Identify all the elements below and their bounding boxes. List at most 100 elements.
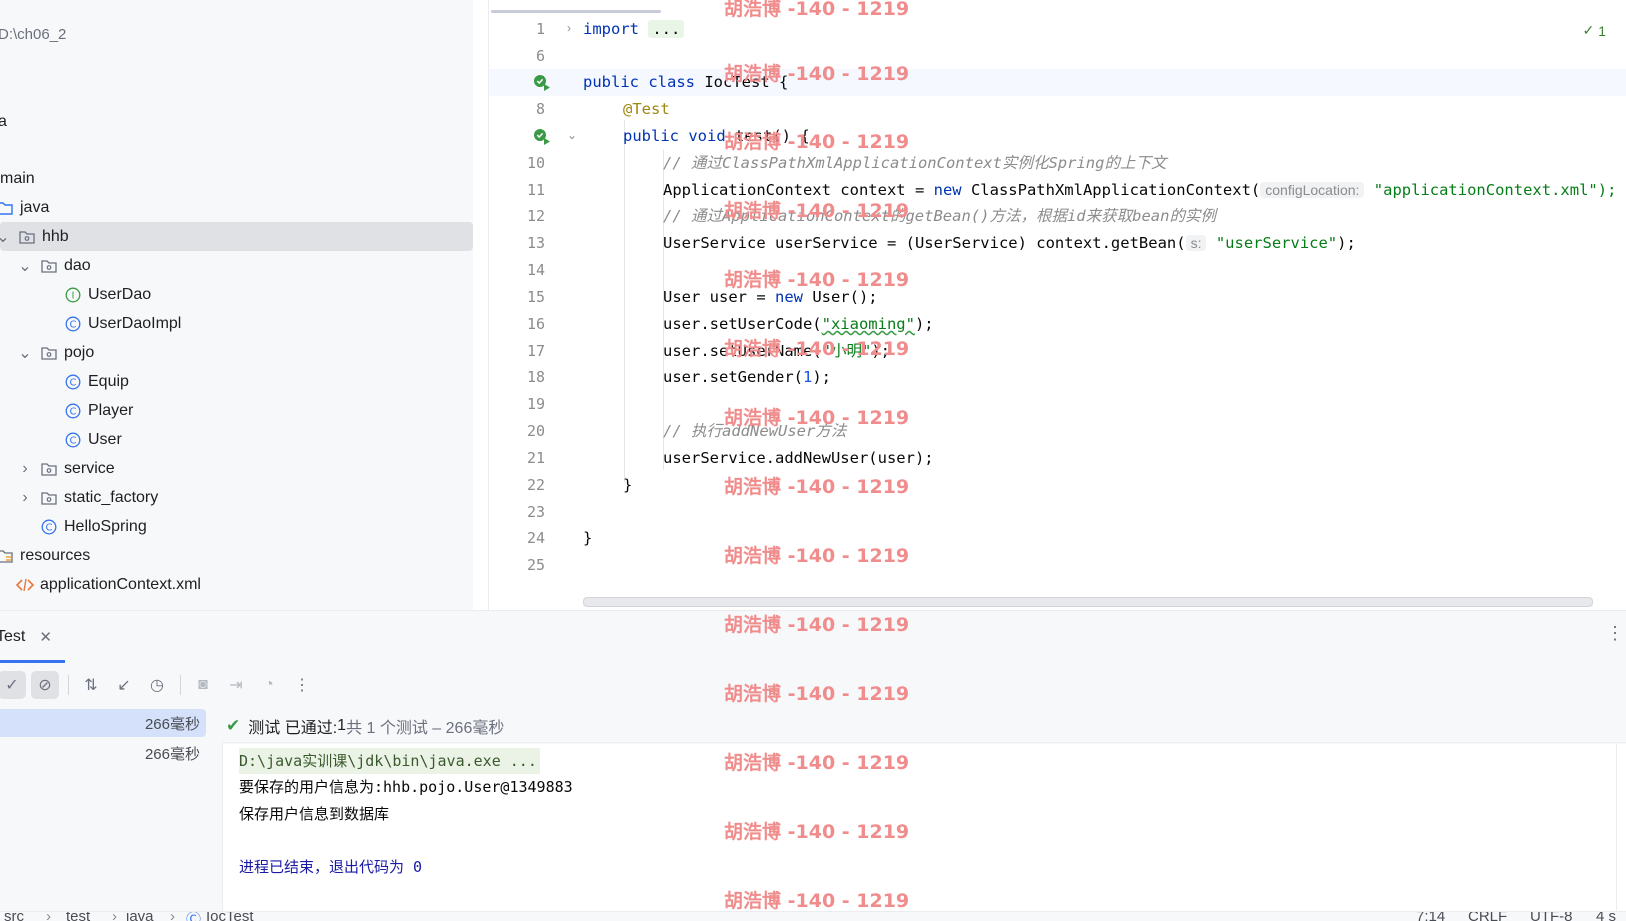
line-number: 8 [535, 100, 545, 118]
tab-test[interactable]: Test ✕ [0, 611, 66, 663]
console-exit-line: 进程已结束，退出代码为 0 [239, 858, 423, 876]
tree-node-player[interactable]: C Player [64, 396, 473, 425]
code-line-17: user.setUserName("小明"); [663, 338, 890, 365]
class-icon: C [40, 518, 58, 536]
more-icon[interactable]: ⋮ [288, 671, 316, 699]
history-icon[interactable]: ◷ [143, 671, 171, 699]
run-test-icon[interactable] [533, 74, 551, 92]
breadcrumb-item[interactable]: java [126, 912, 154, 921]
indent-guide [624, 120, 625, 482]
code-line-13: UserService userService = (UserService) … [663, 230, 1356, 257]
status-count: 1 [337, 716, 347, 734]
tree-node-main[interactable]: main [0, 164, 473, 193]
code-annotation: @Test [623, 100, 670, 118]
tree-node-label: applicationContext.xml [40, 575, 201, 593]
status-bar: src › test › java › Ⓒ IocTest 7:14 CRLF … [0, 911, 1626, 921]
breadcrumb-item[interactable]: IocTest [206, 912, 254, 921]
tree-node-label: java [20, 198, 50, 216]
code-text: ApplicationContext context = [663, 181, 934, 199]
code-editor[interactable]: ✓ 1 1 6 7 8 9 10 11 12 13 14 15 16 17 18… [488, 0, 1626, 610]
line-number: 16 [526, 315, 545, 333]
tree-node-label: HelloSpring [64, 517, 147, 535]
tree-node-hhb[interactable]: ⌄ hhb [0, 222, 473, 251]
fold-collapse-icon[interactable]: ⌄ [567, 129, 579, 141]
line-number: 22 [526, 476, 545, 494]
coverage-icon[interactable]: ◔ [255, 671, 283, 699]
chevron-down-icon[interactable]: ⌄ [18, 345, 32, 362]
breadcrumb-separator: › [170, 911, 175, 921]
chevron-right-icon[interactable]: › [18, 489, 32, 506]
chevron-right-icon[interactable]: › [18, 460, 32, 477]
show-ignored-icon[interactable]: ⊘ [31, 671, 59, 699]
indent-setting[interactable]: 4 s [1596, 912, 1616, 921]
code-text: UserService userService = (UserService) … [663, 234, 1186, 252]
inspection-widget[interactable]: ✓ 1 [1582, 22, 1606, 39]
svg-text:C: C [70, 377, 77, 388]
chevron-down-icon[interactable]: ⌄ [0, 229, 10, 246]
code-text: user.setGender( [663, 368, 803, 386]
tree-node-userdaoimpl[interactable]: C UserDaoImpl [64, 309, 473, 338]
code-keyword: public [623, 127, 679, 145]
interface-icon: I [64, 286, 82, 304]
line-number: 15 [526, 288, 545, 306]
code-text: test() { [725, 127, 810, 145]
line-number: 19 [526, 395, 545, 413]
editor-horizontal-scrollbar[interactable] [583, 597, 1593, 607]
tree-node-pojo[interactable]: ⌄ pojo [18, 338, 473, 367]
console-command-line[interactable]: D:\java实训课\jdk\bin\java.exe ... [239, 748, 540, 774]
sort-icon[interactable]: ⇅ [77, 671, 105, 699]
inspection-count: 1 [1598, 22, 1606, 39]
code-line-9: public void test() { [623, 123, 810, 150]
console-scrollbar[interactable] [1616, 744, 1626, 919]
code-text: user.setUserName( [663, 342, 822, 360]
root-path-label: D:\ch06_2 [0, 26, 67, 43]
tree-node-label: UserDaoImpl [88, 314, 182, 332]
code-keyword: public [583, 73, 639, 91]
tree-node-resources[interactable]: resources [0, 541, 469, 570]
tree-node-label: main [0, 169, 35, 187]
code-comment: // 通过ApplicationContext的getBean()方法，根据id… [663, 207, 1216, 225]
camera-icon[interactable]: ◙ [189, 671, 217, 699]
chevron-down-icon[interactable]: ⌄ [18, 258, 32, 275]
tree-node-dao[interactable]: ⌄ dao [18, 251, 473, 280]
tree-node-user[interactable]: C User [64, 425, 473, 454]
line-separator[interactable]: CRLF [1468, 912, 1507, 921]
tree-node-label: service [64, 459, 115, 477]
more-options-icon[interactable]: ⋮ [1606, 623, 1624, 644]
tree-node-userdao[interactable]: I UserDao [64, 280, 473, 309]
breadcrumb-item[interactable]: test [66, 912, 90, 921]
code-string: "userService" [1215, 234, 1338, 252]
code-line-22: } [623, 476, 633, 494]
collapse-all-icon[interactable]: ↙ [110, 671, 138, 699]
import-icon[interactable]: ⇥ [222, 671, 250, 699]
breadcrumb-item[interactable]: src [4, 912, 24, 921]
console-output[interactable]: D:\java实训课\jdk\bin\java.exe ... 要保存的用户信息… [222, 744, 1626, 921]
show-passed-icon[interactable]: ✓ [0, 671, 26, 699]
test-row[interactable]: 266毫秒 [0, 739, 206, 767]
tree-node-hellospring[interactable]: C HelloSpring [40, 512, 473, 541]
close-icon[interactable]: ✕ [39, 628, 52, 646]
tree-node-static-factory[interactable]: › static_factory [18, 483, 473, 512]
tree-node-service[interactable]: › service [18, 454, 473, 483]
fold-expand-icon[interactable]: › [567, 22, 579, 34]
tree-node-label: pojo [64, 343, 95, 361]
run-tool-window: Test ✕ ⋮ ✓ ⊘ ⇅ ↙ ◷ ◙ ⇥ ◔ ⋮ 266毫秒 266毫秒 ✔… [0, 610, 1626, 921]
svg-text:C: C [70, 406, 77, 417]
file-encoding[interactable]: UTF-8 [1530, 912, 1573, 921]
project-root-path[interactable]: D:\ch06_2 [0, 20, 471, 49]
console-line: 要保存的用户信息为:hhb.pojo.User@1349883 [239, 778, 573, 796]
svg-text:C: C [70, 319, 77, 330]
tree-node-java[interactable]: java [0, 193, 469, 222]
resources-folder-icon [0, 547, 14, 565]
tree-node-equip[interactable]: C Equip [64, 367, 473, 396]
code-text: ); [812, 368, 831, 386]
run-test-icon[interactable] [533, 128, 551, 146]
tree-node-truncated[interactable]: a [0, 107, 471, 136]
code-text: ); [1337, 234, 1356, 252]
folded-imports[interactable]: ... [648, 20, 685, 38]
package-icon [18, 228, 36, 246]
test-row[interactable]: 266毫秒 [0, 709, 206, 737]
tree-node-applicationcontext-xml[interactable]: applicationContext.xml [16, 570, 473, 599]
caret-position[interactable]: 7:14 [1416, 912, 1445, 921]
line-number: 1 [535, 20, 545, 38]
